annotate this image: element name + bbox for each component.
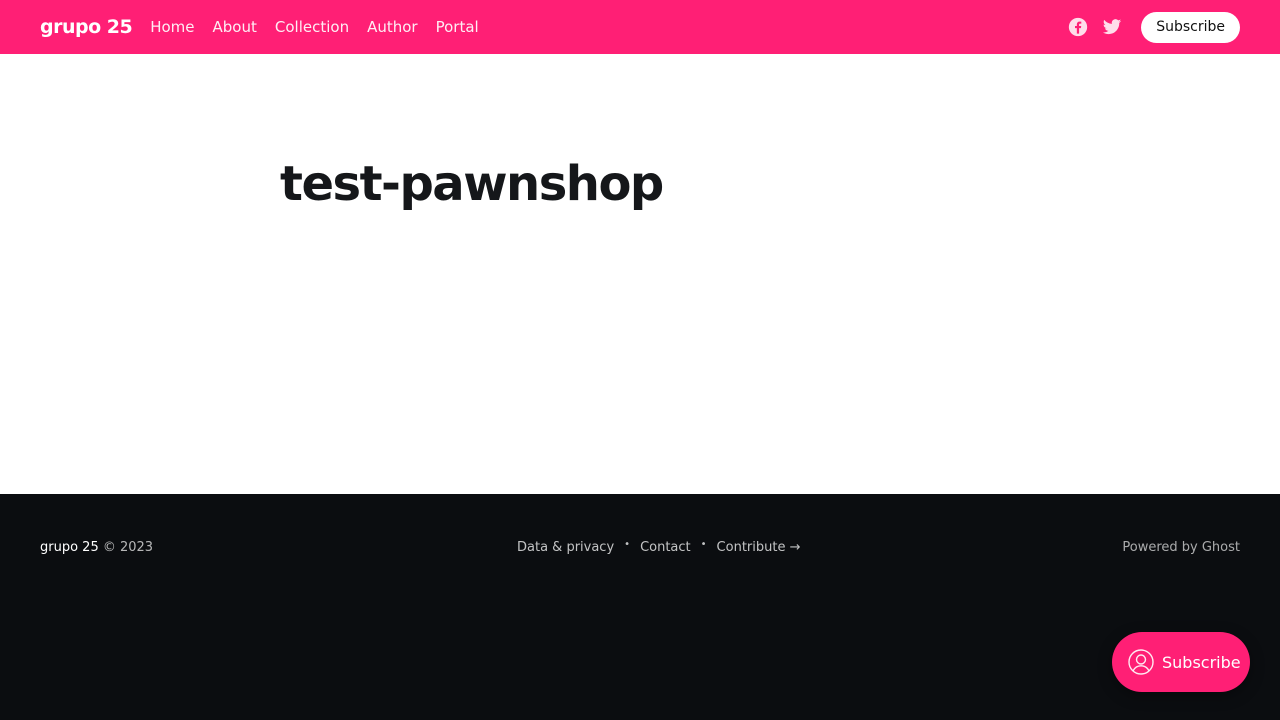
nav-portal[interactable]: Portal bbox=[436, 18, 479, 36]
footer-link-contact[interactable]: Contact bbox=[640, 540, 691, 555]
site-footer: grupo 25 © 2023 Data & privacy • Contact… bbox=[0, 494, 1280, 720]
header-actions: Subscribe bbox=[1067, 11, 1240, 43]
page-title: test-pawnshop bbox=[280, 156, 664, 212]
nav-about[interactable]: About bbox=[213, 18, 257, 36]
separator-dot: • bbox=[624, 539, 631, 550]
separator-dot: • bbox=[700, 539, 707, 550]
facebook-icon[interactable] bbox=[1067, 16, 1089, 38]
footer-nav: Data & privacy • Contact • Contribute → bbox=[517, 539, 801, 555]
user-circle-icon bbox=[1128, 649, 1154, 675]
footer-brand-link[interactable]: grupo 25 bbox=[40, 540, 99, 555]
powered-by-link[interactable]: Powered by Ghost bbox=[1122, 540, 1240, 555]
copyright-text: © 2023 bbox=[102, 540, 154, 555]
nav-collection[interactable]: Collection bbox=[275, 18, 349, 36]
portal-subscribe-button[interactable]: Subscribe bbox=[1112, 632, 1250, 692]
footer-link-data-privacy[interactable]: Data & privacy bbox=[517, 540, 614, 555]
nav-home[interactable]: Home bbox=[150, 18, 194, 36]
twitter-icon[interactable] bbox=[1101, 16, 1123, 38]
site-header: grupo 25 Home About Collection Author Po… bbox=[0, 0, 1280, 54]
subscribe-button[interactable]: Subscribe bbox=[1141, 11, 1240, 43]
footer-copyright: grupo 25 © 2023 bbox=[40, 540, 153, 555]
main-nav: Home About Collection Author Portal bbox=[150, 18, 478, 36]
footer-link-contribute[interactable]: Contribute → bbox=[717, 540, 801, 555]
nav-author[interactable]: Author bbox=[367, 18, 418, 36]
site-logo[interactable]: grupo 25 bbox=[40, 16, 133, 38]
portal-subscribe-label: Subscribe bbox=[1162, 652, 1241, 672]
main-content: test-pawnshop bbox=[0, 54, 1280, 494]
